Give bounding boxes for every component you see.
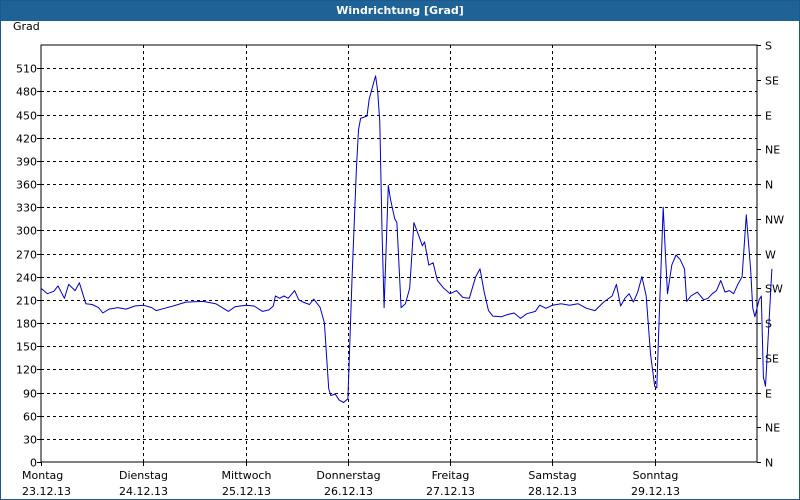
x-tick-day-label: Dienstag <box>119 469 168 482</box>
y-axis-title: Grad <box>13 21 40 33</box>
series-line <box>40 75 773 403</box>
y2-tick-label: NE <box>765 144 780 157</box>
y-tick-label: 330 <box>16 202 37 215</box>
y2-tick-label: S <box>765 318 772 331</box>
x-tick-day-label: Mittwoch <box>222 469 272 482</box>
x-tick-date-label: 24.12.13 <box>119 485 168 498</box>
y-tick-label: 450 <box>16 110 37 123</box>
y-tick-label: 480 <box>16 86 37 99</box>
y2-tick-label: W <box>765 249 776 262</box>
y-tick-label: 270 <box>16 249 37 262</box>
x-tick-date-label: 29.12.13 <box>631 485 680 498</box>
x-tick-date-label: 23.12.13 <box>22 485 71 498</box>
y2-tick-label: SW <box>765 283 783 296</box>
y-tick-label: 150 <box>16 341 37 354</box>
y2-tick-label: E <box>765 110 772 123</box>
chart-window: Windrichtung [Grad] 0 30 60 90 120 150 180 210 2… <box>0 0 800 500</box>
x-tick-date-label: 27.12.13 <box>426 485 475 498</box>
y-tick-label: 390 <box>16 156 37 169</box>
y2-tick-label: E <box>765 388 772 401</box>
y-tick-label: 420 <box>16 133 37 146</box>
y-tick-label: 30 <box>23 434 37 447</box>
x-tick-day-label: Samstag <box>528 469 576 482</box>
y-tick-label: 510 <box>16 63 37 76</box>
line-chart: 0 30 60 90 120 150 180 210 240 270 300 330 360 390 420… <box>13 21 784 498</box>
y-tick-label: 210 <box>16 295 37 308</box>
y2-tick-label: N <box>765 179 773 192</box>
y2-tick-label: S <box>765 40 772 53</box>
window-title: Windrichtung [Grad] <box>1 1 799 21</box>
y-tick-label: 300 <box>16 225 37 238</box>
x-tick-date-label: 25.12.13 <box>222 485 271 498</box>
y2-tick-label: N <box>765 457 773 470</box>
y-tick-label: 0 <box>30 457 37 470</box>
y2-tick-label: NE <box>765 422 780 435</box>
y-tick-label: 60 <box>23 411 37 424</box>
y2-tick-label: SE <box>765 353 779 366</box>
y-tick-label: 360 <box>16 179 37 192</box>
x-tick-day-label: Donnerstag <box>316 469 380 482</box>
x-tick-day-label: Sonntag <box>633 469 679 482</box>
plot-area <box>40 75 773 403</box>
y-tick-label: 120 <box>16 364 37 377</box>
y2-tick-label: NW <box>765 214 784 227</box>
y-tick-label: 90 <box>23 388 37 401</box>
y-tick-label: 180 <box>16 318 37 331</box>
x-tick-date-label: 28.12.13 <box>528 485 577 498</box>
y-tick-label: 240 <box>16 272 37 285</box>
x-tick-day-label: Freitag <box>432 469 470 482</box>
x-tick-date-label: 26.12.13 <box>324 485 373 498</box>
y2-tick-label: SE <box>765 75 779 88</box>
plot-frame <box>40 44 758 463</box>
x-tick-day-label: Montag <box>22 469 63 482</box>
